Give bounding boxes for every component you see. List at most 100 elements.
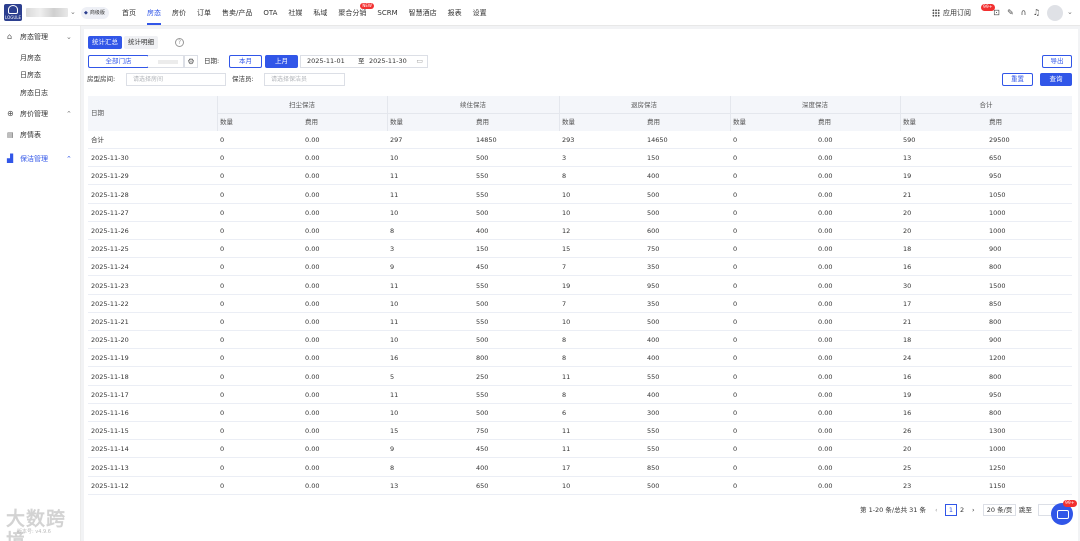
sidebar-group-room-price[interactable]: ⊕ 房价管理 ⌃: [0, 105, 81, 123]
table-cell: 0: [733, 190, 738, 199]
cell-date: 2025-11-30: [91, 154, 129, 163]
table-cell: 950: [989, 172, 1002, 181]
table-cell: 8: [562, 172, 567, 181]
column-sub-header: 费用: [818, 118, 831, 126]
table-cell: 0: [220, 463, 225, 472]
store-select-redacted[interactable]: [148, 55, 184, 68]
sidebar-item-daily-status[interactable]: 日房态: [20, 66, 41, 84]
cleaner-label: 保洁员:: [232, 75, 254, 83]
nav-item[interactable]: 房价: [172, 0, 186, 26]
sidebar-item-status-log[interactable]: 房态日志: [20, 84, 48, 102]
table-cell: 20: [903, 445, 912, 454]
reset-button[interactable]: 重置: [1002, 73, 1033, 86]
bell-icon[interactable]: ♫: [1032, 8, 1041, 17]
table-cell: 10: [390, 409, 399, 417]
nav-item[interactable]: 社媒: [288, 0, 302, 26]
app-subscribe-link[interactable]: 应用订阅: [943, 0, 971, 26]
avatar[interactable]: [1047, 5, 1063, 21]
all-stores-button[interactable]: 全部门店: [88, 55, 149, 68]
jump-label: 跳至: [1019, 506, 1032, 514]
table-cell: 0.00: [305, 263, 320, 272]
cleaner-select[interactable]: 请选择保洁员: [264, 73, 345, 86]
table-row: 2025-11-20 0 0.00 10 500 8 400 0 0.00 18 900: [88, 331, 1072, 350]
room-select[interactable]: 请选择房间: [126, 73, 226, 86]
table-cell: 14850: [476, 136, 497, 144]
gear-icon[interactable]: ⚙: [184, 55, 198, 68]
table-cell: 450: [476, 445, 489, 454]
table-cell: 0: [220, 427, 225, 436]
page-size-select[interactable]: 20 条/页: [983, 504, 1016, 516]
nav-item[interactable]: 设置: [473, 0, 487, 26]
apps-grid-icon[interactable]: [932, 9, 940, 17]
chevron-down-icon[interactable]: ⌄: [70, 8, 76, 16]
nav-item[interactable]: 房态: [147, 0, 161, 26]
table-cell: 0.00: [818, 354, 833, 363]
table-cell: 550: [476, 172, 489, 181]
table-cell: 19: [903, 390, 912, 399]
table-cell: 11: [390, 190, 399, 199]
tab-summary[interactable]: 统计汇总: [88, 36, 122, 49]
headset-icon[interactable]: ∩: [1019, 8, 1028, 17]
table-cell: 6: [562, 409, 567, 417]
nav-item[interactable]: 智慧酒店: [409, 0, 437, 26]
nav-item[interactable]: SCRM: [377, 0, 397, 26]
table-cell: 30: [903, 281, 912, 290]
last-month-button[interactable]: 上月: [265, 55, 298, 68]
nav-item[interactable]: 报表: [448, 0, 462, 26]
tab-detail[interactable]: 统计明细: [124, 36, 158, 49]
nav-item[interactable]: 私域: [313, 0, 327, 26]
export-button[interactable]: 导出: [1042, 55, 1072, 68]
table-cell: 0.00: [818, 463, 833, 472]
table-cell: 0.00: [305, 481, 320, 490]
cell-date: 2025-11-25: [91, 245, 129, 254]
table-cell: 15: [390, 427, 399, 436]
table-cell: 0: [220, 299, 225, 308]
edit-icon[interactable]: ✎: [1006, 8, 1015, 17]
table-row: 2025-11-25 0 0.00 3 150 15 750 0 0.00 18 900: [88, 240, 1072, 259]
cell-date: 2025-11-23: [91, 281, 129, 290]
nav-item[interactable]: 首页: [122, 0, 136, 26]
table-cell: 0: [733, 354, 738, 363]
table-cell: 350: [647, 263, 660, 272]
table-cell: 24: [903, 354, 912, 363]
this-month-button[interactable]: 本月: [229, 55, 262, 68]
prev-page-button[interactable]: ‹: [935, 504, 938, 516]
table-cell: 500: [647, 190, 660, 199]
table-cell: 950: [989, 390, 1002, 399]
sidebar-item-monthly-status[interactable]: 月房态: [20, 49, 41, 67]
query-button[interactable]: 查询: [1040, 73, 1072, 86]
chevron-down-icon[interactable]: ⌄: [1067, 8, 1073, 16]
next-page-button[interactable]: ›: [972, 504, 975, 516]
diamond-icon: ◆: [84, 10, 88, 16]
table-cell: 500: [476, 208, 489, 217]
report-icon: ▤: [7, 131, 14, 139]
hotel-name-redacted[interactable]: [26, 8, 68, 17]
sidebar-item-room-report[interactable]: 房情表: [20, 126, 41, 144]
table-cell: 16: [903, 263, 912, 272]
table-cell: 1250: [989, 463, 1006, 472]
sidebar-group-room-status[interactable]: ⌂ 房态管理 ⌄: [0, 28, 81, 46]
table-cell: 0: [220, 445, 225, 454]
nav-item[interactable]: OTA: [263, 0, 277, 26]
table-cell: 8: [390, 227, 395, 235]
nav-item[interactable]: 售卖/产品: [222, 0, 252, 26]
column-group-header: 续住保洁: [460, 101, 486, 109]
table-cell: 8: [562, 390, 567, 399]
table-cell: 0.00: [818, 281, 833, 290]
nav-item-label: 社媒: [288, 9, 303, 17]
table-cell: 14650: [647, 136, 668, 144]
table-cell: 0: [733, 372, 738, 381]
brand-logo[interactable]: LOGULE: [4, 4, 22, 21]
page-1-button[interactable]: 1: [945, 504, 957, 516]
table-cell: 0: [220, 409, 225, 417]
help-icon[interactable]: ?: [175, 38, 184, 47]
table-cell: 15: [562, 245, 571, 254]
sidebar-group-cleaning[interactable]: ▟ 保洁管理 ⌃: [0, 150, 81, 168]
column-sub-header: 数量: [733, 118, 746, 126]
nav-item-label: 售卖/产品: [222, 9, 253, 17]
table-cell: 26: [903, 427, 912, 436]
page-2-button[interactable]: 2: [960, 504, 964, 516]
nav-item[interactable]: 聚合分销 NEW: [338, 0, 374, 26]
date-range-picker[interactable]: 2025-11-01 至 2025-11-30 ▭: [300, 55, 428, 68]
nav-item[interactable]: 订单: [197, 0, 211, 26]
